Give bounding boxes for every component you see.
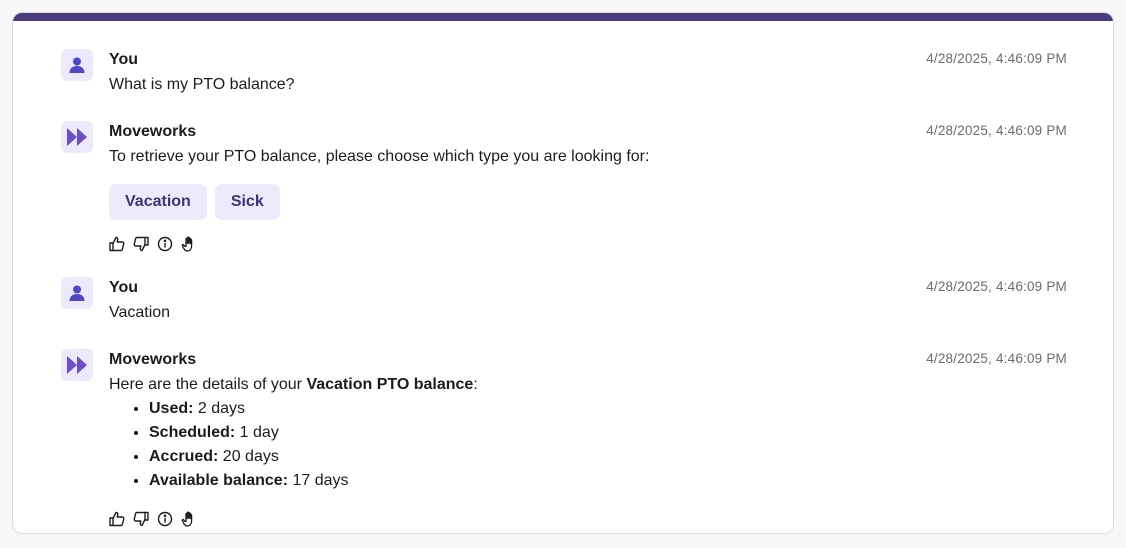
message-text: What is my PTO balance? [109,76,295,93]
detail-value: 20 days [218,448,279,465]
thumbs-up-icon[interactable] [109,236,125,252]
list-item: Used: 2 days [149,397,1067,421]
message-timestamp: 4/28/2025, 4:46:09 PM [926,123,1067,138]
feedback-actions [109,236,1067,252]
intro-bold: Vacation PTO balance [306,376,474,393]
detail-value: 17 days [288,472,349,489]
user-avatar [61,49,93,81]
detail-label: Available balance: [149,472,289,489]
message-text: To retrieve your PTO balance, please cho… [109,148,650,165]
message-intro: Here are the details of your Vacation PT… [109,373,1067,397]
info-icon[interactable] [157,511,173,527]
message-text: Vacation [109,304,171,321]
sender-name: You [109,51,139,68]
person-icon [69,285,85,301]
bot-avatar [61,121,93,153]
person-icon [69,57,85,73]
detail-value: 1 day [235,424,279,441]
chat-window: You 4/28/2025, 4:46:09 PM What is my PTO… [12,12,1114,534]
message-timestamp: 4/28/2025, 4:46:09 PM [926,51,1067,66]
vacation-choice-button[interactable]: Vacation [109,184,207,220]
detail-label: Scheduled: [149,424,236,441]
intro-prefix: Here are the details of your [109,376,307,393]
thumbs-up-icon[interactable] [109,511,125,527]
thumbs-down-icon[interactable] [133,236,149,252]
feedback-actions [109,511,1067,527]
choice-chips: Vacation Sick [109,184,1067,220]
bot-avatar [61,349,93,381]
list-item: Accrued: 20 days [149,445,1067,469]
message-timestamp: 4/28/2025, 4:46:09 PM [926,351,1067,366]
sender-name: Moveworks [109,351,197,368]
user-avatar [61,277,93,309]
fast-forward-icon [67,356,87,374]
list-item: Scheduled: 1 day [149,421,1067,445]
fast-forward-icon [67,128,87,146]
sick-choice-button[interactable]: Sick [214,184,280,220]
message-timestamp: 4/28/2025, 4:46:09 PM [926,279,1067,294]
sender-name: You [109,279,139,296]
sender-name: Moveworks [109,123,197,140]
raise-hand-icon[interactable] [181,236,197,252]
detail-label: Accrued: [149,448,219,465]
pto-details-list: Used: 2 days Scheduled: 1 day Accrued: 2… [109,397,1067,493]
list-item: Available balance: 17 days [149,469,1067,493]
detail-value: 2 days [193,400,246,417]
accent-top-bar [13,13,1113,21]
info-icon[interactable] [157,236,173,252]
intro-suffix: : [473,376,478,393]
detail-label: Used: [149,400,194,417]
thumbs-down-icon[interactable] [133,511,149,527]
raise-hand-icon[interactable] [181,511,197,527]
